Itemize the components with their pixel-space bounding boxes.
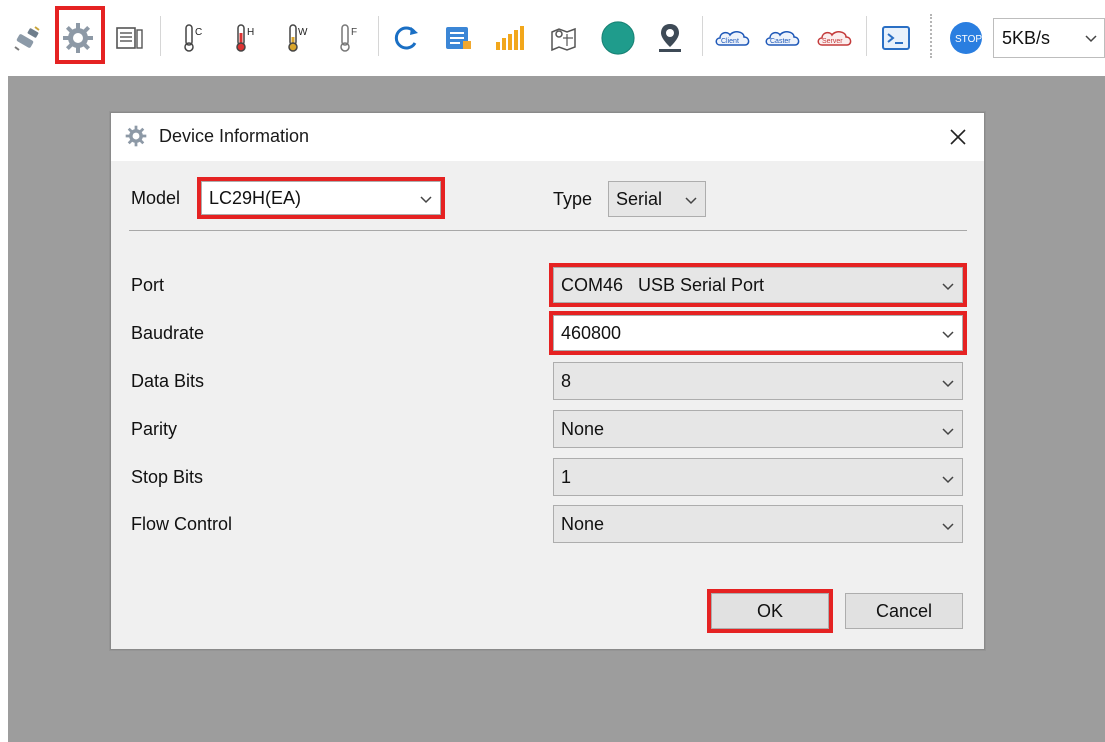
toolbar-separator (866, 16, 867, 56)
model-select[interactable]: LC29H(EA) (197, 177, 445, 219)
svg-text:Caster: Caster (770, 38, 791, 45)
speed-value: 5KB/s (1002, 27, 1051, 48)
location-pin-icon[interactable] (652, 16, 688, 60)
flow-control-value: None (561, 513, 605, 534)
close-button[interactable] (942, 121, 974, 153)
port-select[interactable]: COM46 USB Serial Port (549, 263, 967, 307)
divider (129, 230, 967, 231)
baudrate-select[interactable]: 460800 (549, 311, 967, 355)
toolbar-separator (702, 16, 703, 56)
port-label: Port (131, 275, 165, 295)
settings-gear-icon[interactable] (60, 16, 96, 60)
svg-text:F: F (351, 27, 357, 38)
flow-control-label: Flow Control (131, 514, 233, 534)
chevron-down-icon (941, 375, 955, 396)
globe-icon[interactable] (600, 16, 636, 60)
close-icon (950, 129, 966, 145)
toolbar-grip (930, 14, 932, 58)
thermometer-c-icon[interactable]: C (174, 16, 210, 60)
map-icon[interactable] (546, 16, 582, 60)
cloud-caster-icon[interactable]: Caster (762, 16, 804, 60)
data-bits-value: 8 (561, 370, 572, 391)
cloud-server-icon[interactable]: Server (814, 16, 856, 60)
toolbar-separator (378, 16, 379, 56)
speed-select[interactable]: 5KB/s (993, 18, 1105, 58)
cancel-button[interactable]: Cancel (845, 593, 963, 629)
flow-control-select[interactable]: None (553, 505, 963, 543)
svg-text:W: W (298, 27, 308, 38)
document-icon[interactable] (112, 16, 148, 60)
model-value: LC29H(EA) (209, 187, 302, 208)
svg-text:Server: Server (822, 38, 843, 45)
signal-bars-icon[interactable] (492, 16, 528, 60)
console-icon[interactable] (878, 16, 914, 60)
chevron-down-icon (1084, 30, 1098, 51)
chevron-down-icon (941, 471, 955, 492)
list-icon[interactable] (440, 16, 476, 60)
settings-gear-icon (125, 125, 147, 152)
svg-text:STOP: STOP (955, 34, 982, 45)
svg-text:Client: Client (721, 38, 739, 45)
baudrate-label: Baudrate (131, 323, 205, 343)
type-select[interactable]: Serial (608, 181, 706, 217)
svg-text:H: H (247, 27, 254, 38)
stop-bits-select[interactable]: 1 (553, 458, 963, 496)
parity-select[interactable]: None (553, 410, 963, 448)
toolbar: C H W F Client Caster Server STOP 5KB/s (0, 0, 1105, 76)
connect-plug-icon[interactable] (10, 16, 46, 60)
chevron-down-icon (941, 423, 955, 444)
dialog-titlebar: Device Information (111, 113, 984, 161)
parity-label: Parity (131, 419, 178, 439)
cloud-client-icon[interactable]: Client (712, 16, 754, 60)
toolbar-separator (160, 16, 161, 56)
stop-icon[interactable]: STOP (946, 16, 986, 60)
model-label: Model (131, 188, 181, 208)
stop-bits-label: Stop Bits (131, 467, 204, 487)
chevron-down-icon (941, 278, 955, 299)
thermometer-f-icon[interactable]: F (330, 16, 366, 60)
baudrate-value: 460800 (561, 322, 622, 343)
data-bits-label: Data Bits (131, 371, 205, 391)
chevron-down-icon (941, 326, 955, 347)
stop-bits-value: 1 (561, 466, 572, 487)
type-value: Serial (616, 188, 663, 209)
chevron-down-icon (419, 191, 433, 212)
port-value: COM46 USB Serial Port (561, 274, 765, 295)
chevron-down-icon (684, 192, 698, 213)
refresh-icon[interactable] (388, 16, 424, 60)
dialog-title: Device Information (159, 126, 310, 146)
thermometer-h-icon[interactable]: H (226, 16, 262, 60)
svg-text:C: C (195, 27, 202, 38)
thermometer-w-icon[interactable]: W (278, 16, 314, 60)
type-label: Type (553, 189, 593, 209)
chevron-down-icon (941, 518, 955, 539)
parity-value: None (561, 418, 605, 439)
ok-button[interactable]: OK (707, 589, 833, 633)
device-information-dialog: Device Information Model LC29H(EA) Type … (110, 112, 985, 650)
data-bits-select[interactable]: 8 (553, 362, 963, 400)
